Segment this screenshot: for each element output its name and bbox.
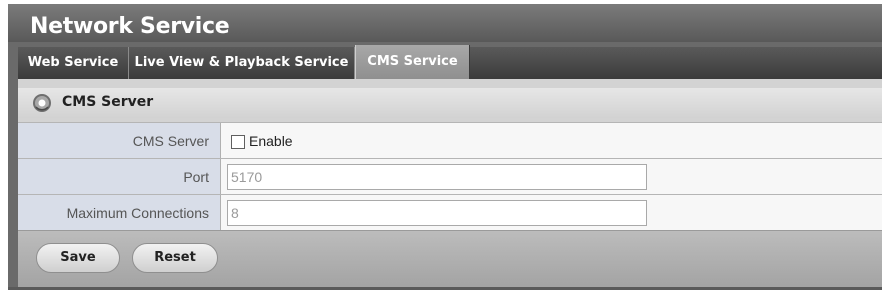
max-connections-value: 8 [221,195,882,231]
port-input[interactable]: 5170 [227,164,647,190]
save-button[interactable]: Save [36,243,120,273]
tab-cms-service[interactable]: CMS Service [355,45,470,79]
tab-web-service[interactable]: Web Service [18,47,129,79]
enable-checkbox-label[interactable]: Enable [249,133,293,149]
form-row-cms-server: CMS Server Enable [18,122,882,159]
title-bar: Network Service [8,4,882,42]
tab-bar: Web Service Live View & Playback Service… [18,45,882,79]
button-bar: Save Reset [18,230,882,288]
port-label: Port [18,159,221,195]
page-title: Network Service [30,14,230,39]
max-connections-input[interactable]: 8 [227,200,647,226]
max-connections-label: Maximum Connections [18,195,221,231]
section-header: CMS Server [18,88,882,118]
port-value: 5170 [221,159,882,195]
enable-checkbox[interactable] [231,135,245,149]
form-row-max-connections: Maximum Connections 8 [18,194,882,231]
section-title: CMS Server [62,94,154,110]
gear-icon [33,94,51,112]
tab-live-view-playback-service[interactable]: Live View & Playback Service [129,47,355,79]
cms-service-panel: CMS Server CMS Server Enable Port 5170 M… [18,79,882,288]
cms-server-label: CMS Server [18,123,221,159]
reset-button[interactable]: Reset [132,243,218,273]
bottom-border [8,287,882,290]
form-row-port: Port 5170 [18,158,882,195]
cms-server-value: Enable [221,123,882,159]
